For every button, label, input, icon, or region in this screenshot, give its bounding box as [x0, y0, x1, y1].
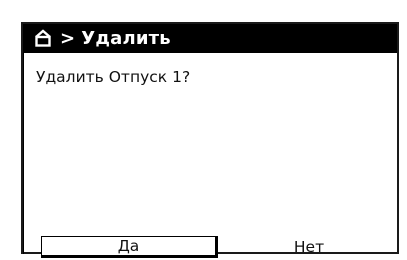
title-bar: > Удалить	[23, 24, 397, 52]
page-title: Удалить	[81, 27, 171, 49]
dialog-frame: > Удалить Удалить Отпуск 1? Да Нет	[21, 22, 399, 258]
display-screen: > Удалить Удалить Отпуск 1? Да Нет	[0, 0, 407, 260]
yes-button[interactable]: Да	[41, 236, 218, 258]
dialog-content: Удалить Отпуск 1? Да Нет	[23, 52, 397, 258]
home-icon[interactable]	[33, 29, 53, 47]
confirmation-question: Удалить Отпуск 1?	[36, 68, 191, 86]
breadcrumb-separator: >	[60, 27, 76, 49]
dialog-buttons: Да Нет	[24, 236, 397, 258]
no-button[interactable]: Нет	[224, 236, 394, 258]
